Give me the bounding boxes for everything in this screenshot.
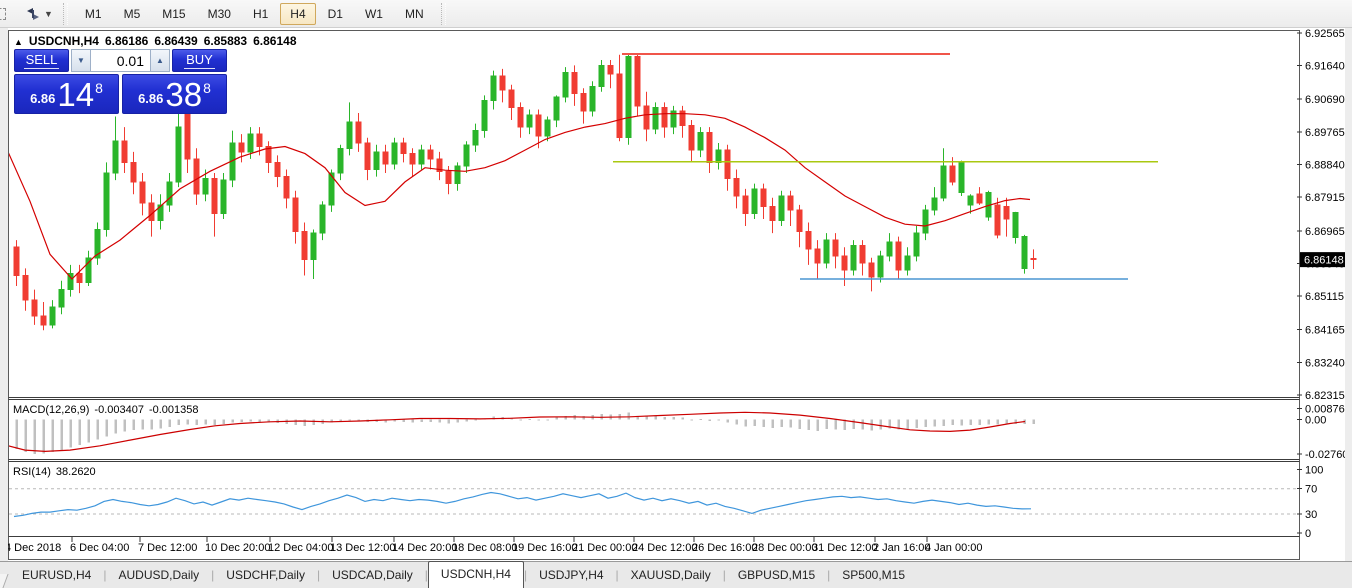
date-axis-label: 31 Dec 12:00 (812, 542, 877, 554)
volume-increase-button[interactable]: ▲ (150, 49, 170, 72)
window-left-margin (0, 28, 8, 561)
timeframe-m5-button[interactable]: M5 (114, 3, 151, 25)
chart-tab-gbpusd[interactable]: GBPUSD,M15 (726, 564, 827, 588)
timeframe-d1-button[interactable]: D1 (318, 3, 353, 25)
date-axis-label: 28 Dec 00:00 (752, 542, 817, 554)
chart-tab-usdcnh[interactable]: USDCNH,H4 (428, 561, 524, 588)
symbol-period-label: USDCNH,H4 (29, 34, 99, 48)
price-axis-label: 6.87915 (1305, 192, 1345, 204)
volume-decrease-button[interactable]: ▼ (71, 49, 91, 72)
toolbar-separator (441, 3, 446, 25)
macd-signal-value: -0.001358 (149, 404, 199, 416)
rsi-line (14, 493, 1031, 517)
chart-tab-eurusd[interactable]: EURUSD,H4 (10, 564, 103, 588)
price-axis-label: 6.85115 (1305, 291, 1344, 303)
buy-price-button[interactable]: 6.86 38 8 (122, 74, 227, 114)
timeframe-h1-button[interactable]: H1 (243, 3, 278, 25)
date-axis-label: 4 Jan 00:00 (925, 542, 983, 554)
timeframe-m30-button[interactable]: M30 (198, 3, 241, 25)
arrange-charts-button[interactable]: ▼ (21, 5, 57, 23)
close-value: 6.86148 (253, 34, 296, 48)
sell-button[interactable]: SELL (14, 49, 69, 72)
toolbar-separator (63, 3, 68, 25)
date-axis-label: 10 Dec 20:00 (205, 542, 270, 554)
price-axis-label: 6.86965 (1305, 226, 1345, 238)
rsi-value: 38.2620 (56, 466, 96, 478)
chart-tab-audusd[interactable]: AUDUSD,Daily (106, 564, 211, 588)
macd-indicator-label: MACD(12,26,9)-0.003407-0.001358 (13, 404, 204, 416)
timeframe-w1-button[interactable]: W1 (355, 3, 393, 25)
chart-tab-usdjpy[interactable]: USDJPY,H4 (527, 564, 615, 588)
date-axis-label: 6 Dec 04:00 (70, 542, 129, 554)
rsi-axis-label: 0 (1305, 528, 1311, 540)
ma-line (8, 114, 1030, 279)
clipped-toolbar-icon[interactable] (0, 8, 7, 20)
timeframe-mn-button[interactable]: MN (395, 3, 434, 25)
date-axis-label: 24 Dec 12:00 (632, 542, 697, 554)
price-axis-label: 6.82315 (1305, 390, 1345, 402)
timeframe-h4-button[interactable]: H4 (280, 3, 315, 25)
date-axis-label: 19 Dec 16:00 (512, 542, 577, 554)
macd-signal-line (8, 412, 1025, 451)
rsi-panel-plot[interactable] (9, 489, 1296, 517)
timeframe-button-group: M1M5M15M30H1H4D1W1MN (74, 3, 435, 25)
buy-price-pips: 38 (165, 80, 202, 110)
chart-ohlc-title: ▲ USDCNH,H4 6.86186 6.86439 6.85883 6.86148 (14, 34, 297, 48)
date-axis-label: 2 Jan 16:00 (873, 542, 931, 554)
date-axis-label: 21 Dec 00:00 (572, 542, 637, 554)
buy-button[interactable]: BUY (172, 49, 227, 72)
open-value: 6.86186 (105, 34, 148, 48)
top-toolbar: ▼ M1M5M15M30H1H4D1W1MN (0, 0, 1352, 28)
price-axis-label: 6.90690 (1305, 94, 1345, 106)
date-axis-label: 13 Dec 12:00 (330, 542, 395, 554)
price-axis-label: 6.89765 (1305, 127, 1345, 139)
high-value: 6.86439 (154, 34, 197, 48)
caret-up-icon: ▲ (156, 56, 164, 65)
buy-price-base: 6.86 (138, 91, 163, 106)
timeframe-m1-button[interactable]: M1 (75, 3, 112, 25)
rsi-indicator-label: RSI(14)38.2620 (13, 466, 101, 478)
date-axis-label: 7 Dec 12:00 (138, 542, 197, 554)
price-axis-label: 6.83240 (1305, 357, 1345, 369)
date-axis-label: 12 Dec 04:00 (268, 542, 333, 554)
chart-tab-sp500[interactable]: SP500,M15 (830, 564, 917, 588)
date-axis-label: 26 Dec 16:00 (692, 542, 757, 554)
date-axis-label: 4 Dec 2018 (5, 542, 61, 554)
chart-tab-usdcad[interactable]: USDCAD,Daily (320, 564, 425, 588)
low-value: 6.85883 (204, 34, 247, 48)
sell-price-pips: 14 (57, 80, 94, 110)
rsi-axis-label: 30 (1305, 509, 1317, 521)
dropdown-caret-icon[interactable]: ▼ (44, 9, 53, 19)
chart-tab-xauusd[interactable]: XAUUSD,Daily (619, 564, 723, 588)
sell-price-point: 8 (95, 80, 103, 96)
chart-tab-bar: EURUSD,H4|AUDUSD,Daily|USDCHF,Daily|USDC… (0, 561, 1352, 588)
trade-panel-toggle-icon[interactable]: ▲ (14, 37, 23, 47)
price-axis-label: 6.92565 (1305, 28, 1345, 40)
tab-scroll-notch[interactable] (0, 574, 9, 588)
window-right-scroll-strip[interactable] (1345, 28, 1352, 561)
volume-input[interactable] (91, 49, 150, 72)
rsi-axis-label: 100 (1305, 465, 1323, 477)
buy-price-point: 8 (203, 80, 211, 96)
price-axis-label: 6.91640 (1305, 61, 1345, 73)
caret-down-icon: ▼ (77, 56, 85, 65)
one-click-trading-panel: SELL ▼ ▲ BUY 6.86 14 8 6.86 38 8 (14, 49, 229, 114)
sell-price-base: 6.86 (30, 91, 55, 106)
date-axis-label: 14 Dec 20:00 (392, 542, 457, 554)
macd-axis-label: 0.00 (1305, 415, 1326, 427)
macd-panel-plot[interactable] (8, 412, 1035, 454)
timeframe-m15-button[interactable]: M15 (152, 3, 195, 25)
macd-main-value: -0.003407 (94, 404, 144, 416)
current-price-value: 6.86148 (1304, 255, 1344, 267)
arrange-charts-icon (25, 7, 41, 21)
rsi-axis-label: 70 (1305, 484, 1317, 496)
price-axis-label: 6.84165 (1305, 325, 1345, 337)
sell-price-button[interactable]: 6.86 14 8 (14, 74, 119, 114)
date-axis-label: 18 Dec 08:00 (452, 542, 517, 554)
chart-tab-usdchf[interactable]: USDCHF,Daily (214, 564, 317, 588)
price-axis-label: 6.88840 (1305, 160, 1345, 172)
